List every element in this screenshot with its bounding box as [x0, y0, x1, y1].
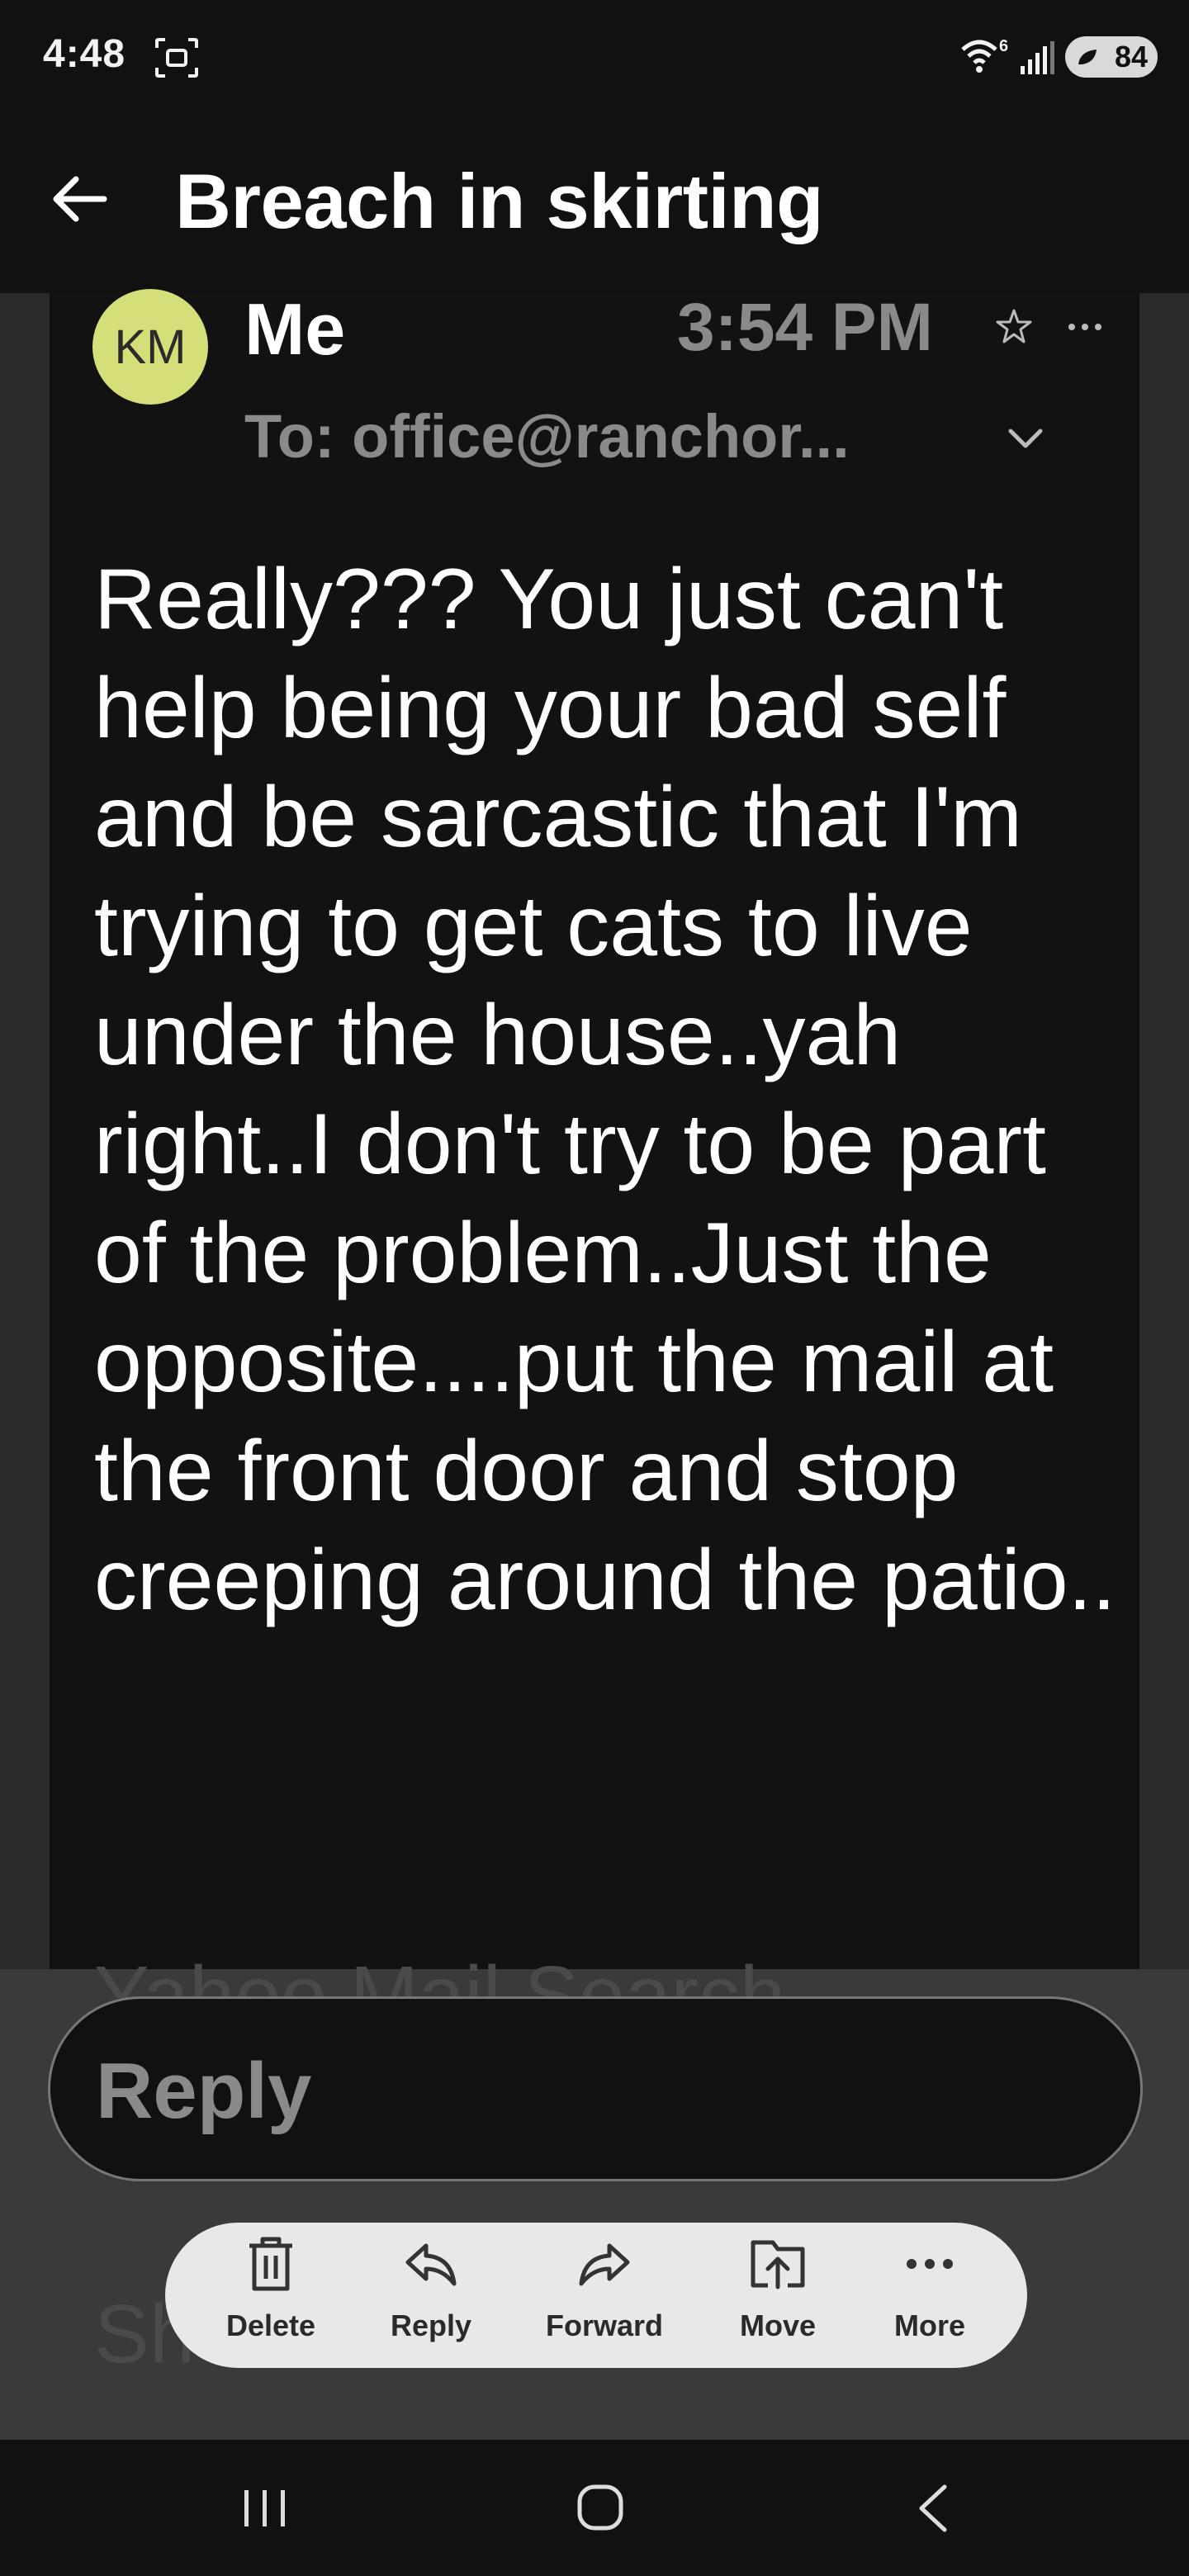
reply-icon	[405, 2243, 457, 2286]
sender-name: Me	[244, 288, 346, 370]
screen-recorder-icon	[155, 38, 198, 78]
card-gutter-left	[0, 293, 50, 1969]
more-icon	[907, 2259, 953, 2269]
more-button[interactable]: More	[855, 2229, 1004, 2361]
card-gutter-right	[1139, 293, 1189, 1969]
avatar[interactable]: KM	[92, 289, 208, 405]
chevron-down-icon[interactable]	[1001, 413, 1050, 462]
reply-placeholder: Reply	[96, 2047, 312, 2135]
battery-saver-icon	[1078, 50, 1097, 64]
more-label: More	[893, 2308, 965, 2342]
move-label: Move	[739, 2308, 817, 2342]
home-icon[interactable]	[575, 2482, 626, 2533]
recipient-line[interactable]: To: office@ranchor...	[244, 401, 971, 471]
back-arrow-icon[interactable]	[50, 168, 111, 230]
message-time: 3:54 PM	[677, 290, 933, 365]
forward-label: Forward	[545, 2308, 663, 2342]
recent-apps-icon[interactable]	[239, 2487, 291, 2530]
delete-label: Delete	[225, 2308, 316, 2342]
page-title: Breach in skirting	[175, 158, 824, 244]
star-icon[interactable]	[994, 307, 1034, 347]
message-body: Really??? You just can't help being your…	[94, 552, 1116, 1628]
battery-indicator: 84	[1065, 36, 1158, 78]
signal-icon	[1021, 41, 1054, 74]
battery-level: 84	[1114, 40, 1148, 73]
background-search-text: Yahoo Mail Search	[94, 1949, 786, 1998]
forward-icon	[579, 2243, 630, 2286]
trash-icon	[249, 2237, 292, 2291]
reply-button[interactable]: Reply	[357, 2229, 505, 2361]
forward-button[interactable]: Forward	[530, 2229, 679, 2361]
nav-back-icon[interactable]	[915, 2482, 951, 2535]
wifi-icon: 6	[961, 37, 1008, 73]
move-button[interactable]: Move	[703, 2229, 852, 2361]
status-time: 4:48	[43, 32, 126, 76]
move-icon	[751, 2240, 805, 2290]
overflow-menu-icon[interactable]	[1065, 317, 1105, 337]
email-screen: 4:48 6 84 Breach in skirting KM Me 3:54 …	[0, 0, 1189, 2576]
delete-button[interactable]: Delete	[197, 2229, 345, 2361]
reply-label: Reply	[390, 2308, 472, 2342]
network-badge: 6	[999, 37, 1008, 55]
